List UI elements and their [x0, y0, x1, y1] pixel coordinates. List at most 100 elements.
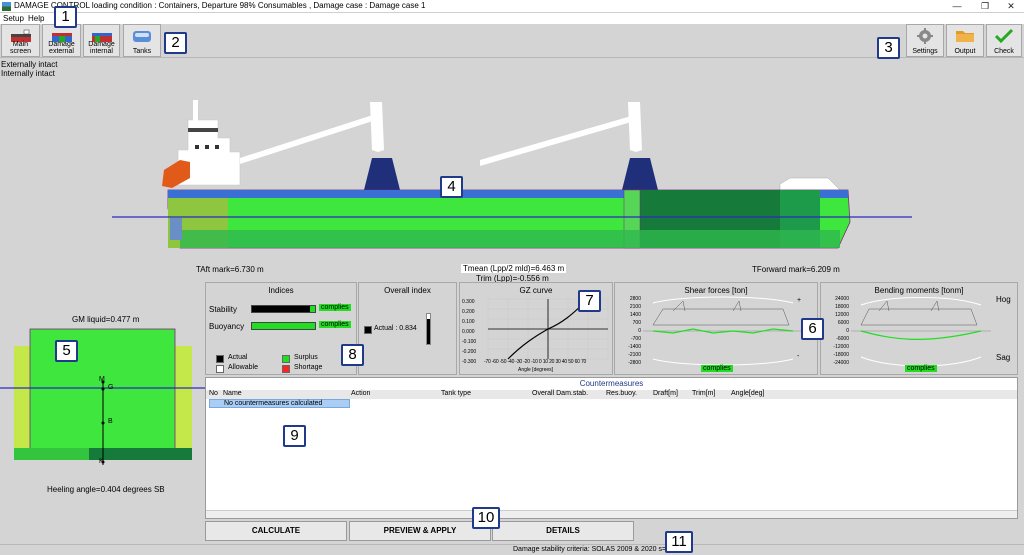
tforward-mark: TForward mark=6.209 m	[752, 265, 840, 274]
crane-2-jib	[480, 114, 638, 166]
rudder	[170, 218, 182, 240]
preview-apply-button[interactable]: PREVIEW & APPLY	[349, 521, 491, 541]
mast	[193, 100, 198, 122]
cross-section-view	[0, 328, 205, 465]
legend-surplus: Surplus	[294, 354, 318, 361]
legend-shortage-swatch	[282, 365, 290, 373]
shear-minus: -	[797, 353, 800, 360]
col-angle: Angle[deg]	[731, 390, 765, 397]
overall-index-panel: Overall index Actual : 0.834	[358, 282, 457, 375]
stability-status: complies	[319, 304, 351, 311]
callout-marker: 6	[801, 318, 824, 340]
indices-title: Indices	[268, 286, 294, 295]
stability-bar-fill	[252, 306, 310, 312]
stability-bar	[251, 305, 316, 313]
overall-actual-swatch	[364, 326, 372, 334]
external-status: Externally intact	[1, 60, 58, 69]
overall-index-bar-fill	[427, 318, 430, 344]
stability-label: Stability	[209, 305, 238, 314]
point-k: K	[99, 458, 104, 465]
callout-marker: 5	[55, 340, 78, 362]
minimize-button[interactable]: —	[944, 0, 970, 12]
gz-yticks: 0.300 0.200 0.100 0.000 -0.100 -0.200 -0.300	[462, 299, 477, 365]
tanks-icon	[133, 31, 151, 42]
overall-actual-label: Actual : 0.834	[374, 325, 417, 332]
col-draft: Draft[m]	[653, 390, 678, 397]
callout-marker: 7	[578, 290, 601, 312]
bending-title: Bending moments [tonm]	[874, 286, 964, 295]
sag-label: Sag	[996, 353, 1011, 362]
output-button[interactable]: Output	[946, 24, 984, 57]
crane-2	[628, 102, 642, 152]
countermeasures-header: No Name Action Tank type Overall Dam.sta…	[206, 390, 1017, 399]
tanks-button[interactable]: Tanks	[123, 24, 161, 57]
countermeasures-table: Countermeasures No Name Action Tank type…	[205, 377, 1018, 519]
toolbar: Main screen Damage external Damage inter…	[0, 24, 1024, 58]
point-g: G	[108, 384, 114, 391]
col-overall-dam-stab: Overall Dam.stab.	[532, 390, 589, 397]
legend-allowable-swatch	[216, 365, 224, 373]
maximize-button[interactable]: ❐	[972, 0, 998, 12]
legend-allowable: Allowable	[228, 364, 258, 371]
gz-xlabel: Angle [degrees]	[518, 367, 554, 373]
internal-status: Internally intact	[1, 69, 55, 78]
col-tank-type: Tank type	[441, 390, 471, 397]
col-trim: Trim[m]	[692, 390, 716, 397]
point-b: B	[108, 418, 113, 425]
callout-marker: 8	[341, 344, 364, 366]
point-m: M	[99, 376, 105, 383]
calculate-button[interactable]: CALCULATE	[205, 521, 347, 541]
close-button[interactable]: ✕	[998, 0, 1024, 12]
bending-moments-panel: Bending moments [tonm] 24000 18000 12000 60…	[820, 282, 1018, 375]
buoyancy-label: Buoyancy	[209, 322, 245, 331]
bending-moments-plot	[851, 297, 991, 367]
callout-marker: 2	[164, 32, 187, 54]
callout-marker: 1	[54, 6, 77, 28]
callout-marker: 10	[472, 507, 500, 529]
bending-curve	[860, 330, 982, 340]
double-bottom	[180, 230, 840, 248]
crane-1-pedestal	[364, 158, 400, 190]
menu-setup[interactable]: Setup	[3, 14, 24, 23]
bending-ship-outline	[860, 308, 978, 326]
overall-index-bar	[426, 313, 431, 345]
shear-title: Shear forces [ton]	[684, 286, 748, 295]
indices-panel: Indices Stability complies Buoyancy comp…	[205, 282, 357, 375]
gear-icon	[917, 28, 933, 44]
col-res-buoy: Res.buoy.	[606, 390, 637, 397]
col-action: Action	[351, 390, 371, 397]
crane-1	[370, 102, 384, 152]
checkmark-icon	[994, 28, 1014, 44]
settings-button[interactable]: Settings	[906, 24, 944, 57]
status-bar: Damage stability criteria: SOLAS 2009 & …	[0, 544, 1024, 555]
shear-status: complies	[701, 365, 733, 372]
horizontal-scrollbar[interactable]	[206, 510, 1017, 518]
countermeasures-message[interactable]: No countermeasures calculated	[209, 399, 350, 408]
crane-1-jib	[240, 112, 382, 164]
overall-index-title: Overall index	[384, 286, 431, 295]
damage-internal-button[interactable]: Damage internal	[83, 24, 120, 57]
details-button[interactable]: DETAILS	[492, 521, 634, 541]
shear-forces-panel: Shear forces [ton] 2800 2100 1400 700 0 -700-…	[614, 282, 818, 375]
crane-2-pedestal	[622, 158, 658, 190]
taft-mark: TAft mark=6.730 m	[196, 265, 264, 274]
bending-yticks: 24000 18000 12000 6000 0 -6000 -12000 -18000 -24…	[833, 296, 849, 366]
main-screen-button[interactable]: Main screen	[1, 24, 40, 57]
damage-external-button[interactable]: Damage external	[42, 24, 81, 57]
menu-help[interactable]: Help	[28, 14, 44, 23]
hog-label: Hog	[996, 295, 1011, 304]
gz-xticks: -70 -60 -50 -40 -30 -20 -10 0 10 20 30 4…	[484, 359, 587, 365]
menu-bar: Setup Help	[0, 13, 1024, 24]
countermeasures-title: Countermeasures	[579, 379, 644, 388]
check-button[interactable]: Check	[986, 24, 1022, 57]
callout-marker: 3	[877, 37, 900, 59]
callout-marker: 9	[283, 425, 306, 447]
shear-yticks: 2800 2100 1400 700 0 -700 -1400 -2100 -2800	[628, 296, 641, 366]
callout-marker: 11	[665, 531, 693, 553]
folder-icon	[956, 31, 974, 42]
bending-status: complies	[905, 365, 937, 372]
shear-plus: +	[797, 297, 802, 304]
buoyancy-status: complies	[319, 321, 351, 328]
legend-actual-swatch	[216, 355, 224, 363]
tmean-label: Tmean (Lpp/2 mld)=6.463 m	[461, 264, 567, 273]
